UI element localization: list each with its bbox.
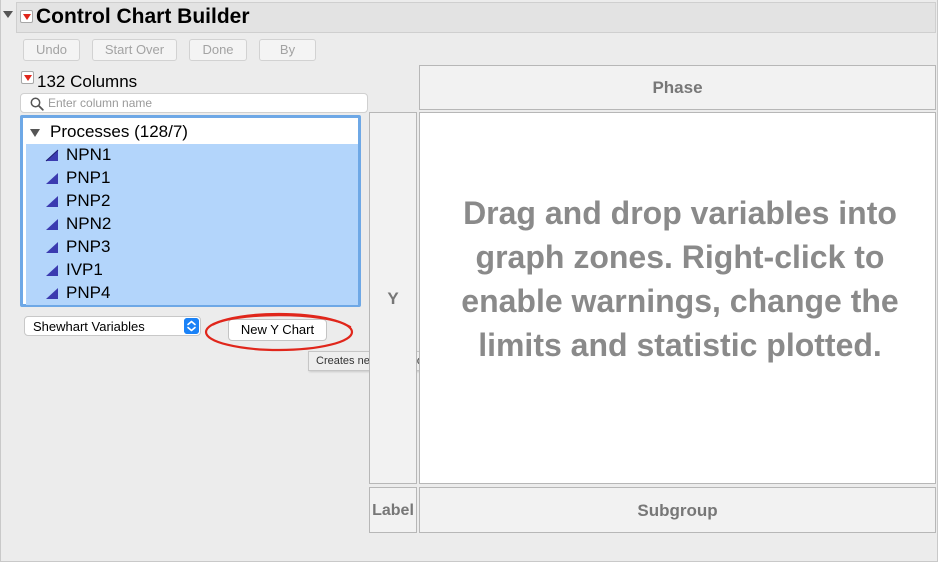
- y-drop-zone[interactable]: Y: [369, 112, 417, 484]
- subgroup-drop-zone[interactable]: Subgroup: [419, 487, 936, 533]
- columns-red-triangle-menu-icon[interactable]: [21, 71, 34, 84]
- list-item-label: PNP3: [66, 237, 111, 256]
- list-item[interactable]: PNP1: [26, 167, 358, 190]
- disclosure-triangle-icon[interactable]: [30, 129, 40, 137]
- column-search-box[interactable]: [20, 93, 368, 113]
- select-stepper-icon: [184, 318, 199, 334]
- search-input[interactable]: [48, 95, 358, 111]
- continuous-column-icon: [45, 149, 59, 162]
- search-icon: [30, 97, 44, 111]
- list-item-label: PNP2: [66, 191, 111, 210]
- start-over-button[interactable]: Start Over: [92, 39, 177, 61]
- list-item[interactable]: NPN1: [26, 144, 358, 167]
- continuous-column-icon: [46, 288, 58, 299]
- columns-title: 132 Columns: [37, 72, 138, 91]
- collapse-arrow-icon[interactable]: [3, 11, 13, 18]
- undo-button[interactable]: Undo: [23, 39, 80, 61]
- list-item-label: NPN2: [66, 214, 112, 233]
- list-item[interactable]: PNP4: [26, 282, 358, 305]
- chart-type-select[interactable]: Shewhart Variables: [24, 316, 201, 336]
- red-triangle-menu-icon[interactable]: [20, 10, 33, 23]
- phase-drop-zone[interactable]: Phase: [419, 65, 936, 110]
- continuous-column-icon: [46, 173, 58, 184]
- continuous-column-icon: [46, 196, 58, 207]
- list-item-label: PNP1: [66, 168, 111, 187]
- chart-type-value: Shewhart Variables: [33, 319, 145, 334]
- list-item[interactable]: PNP3: [26, 236, 358, 259]
- list-item[interactable]: IVP1: [26, 259, 358, 282]
- continuous-column-icon: [46, 242, 58, 253]
- window-title: Control Chart Builder: [36, 5, 250, 28]
- continuous-column-icon: [46, 265, 58, 276]
- done-button[interactable]: Done: [189, 39, 247, 61]
- list-item[interactable]: PNP2: [26, 190, 358, 213]
- list-item[interactable]: NPN2: [26, 213, 358, 236]
- by-button[interactable]: By: [259, 39, 316, 61]
- list-item-label: NPN1: [66, 145, 112, 164]
- graph-instructions: Drag and drop variables into graph zones…: [461, 195, 899, 363]
- annotation-circle: [204, 312, 354, 352]
- list-item-label: PNP4: [66, 283, 111, 302]
- label-drop-zone[interactable]: Label: [369, 487, 417, 533]
- column-list[interactable]: Processes (128/7) NPN1 PNP1 PNP2 NPN2 PN…: [20, 115, 361, 307]
- list-item-label: IVP1: [66, 260, 103, 279]
- column-group-processes[interactable]: Processes (128/7): [26, 121, 358, 143]
- continuous-column-icon: [46, 219, 58, 230]
- graph-area[interactable]: Drag and drop variables into graph zones…: [419, 112, 936, 484]
- column-group-label: Processes (128/7): [50, 122, 188, 141]
